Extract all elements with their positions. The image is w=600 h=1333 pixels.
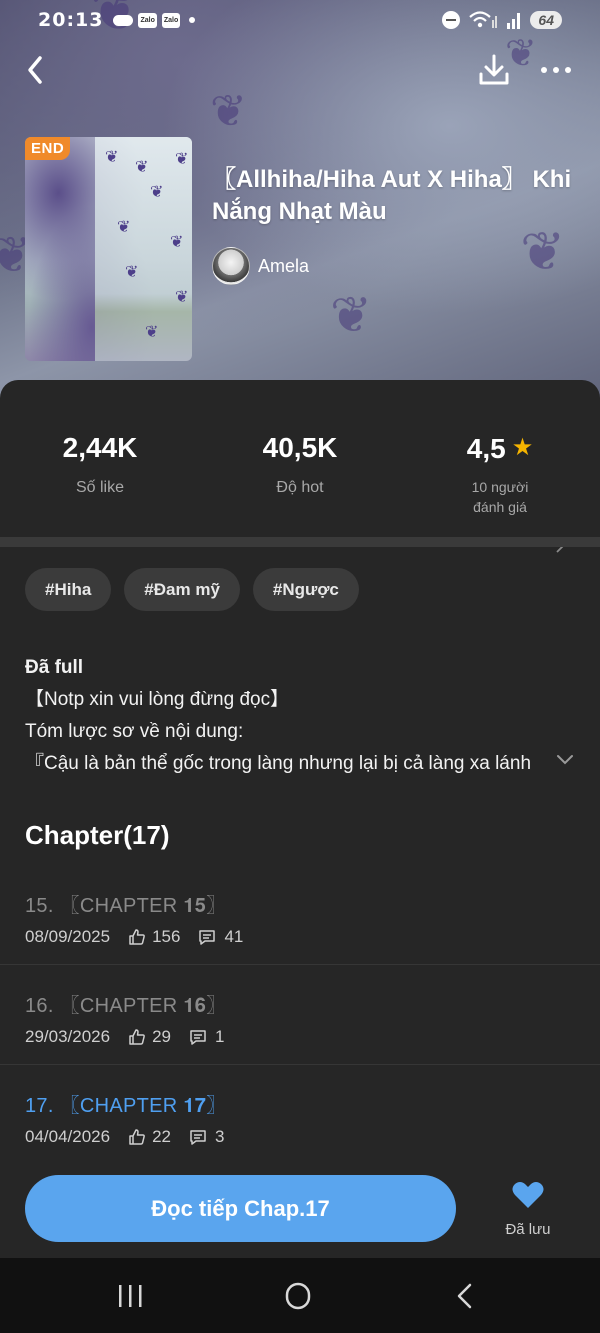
author[interactable]: Amela	[212, 247, 309, 285]
wifi-icon	[469, 11, 498, 28]
bottom-action-bar: Đọc tiếp Chap.17 Đã lưu	[0, 1158, 600, 1258]
stats-row: 2,44K Số like 40,5K Độ hot 4,5 ★ 10 người…	[0, 428, 600, 553]
heart-icon[interactable]	[511, 1180, 545, 1210]
chapter-date: 08/09/2025	[25, 927, 111, 946]
end-badge: END	[25, 137, 71, 160]
hero-header: ❦ ❦ ❦ ❦ ❦ ❦ 20:13 Zalo Zalo	[0, 0, 600, 420]
like-icon	[129, 1129, 145, 1145]
top-bar	[0, 48, 600, 92]
back-icon[interactable]	[20, 50, 60, 90]
chapter-likes: 156	[152, 927, 181, 946]
status-time: 20:13	[38, 9, 104, 31]
more-icon[interactable]	[534, 50, 578, 90]
like-icon	[129, 1029, 145, 1045]
hot-label: Độ hot	[276, 479, 324, 496]
rating-stat[interactable]: 4,5 ★ 10 người đánh giá	[400, 428, 600, 517]
book-cover: ❦ ❦ ❦ ❦ ❦ ❦ ❦ ❦ ❦	[25, 137, 192, 361]
chapter-comments: 1	[215, 1027, 225, 1046]
do-not-disturb-icon	[442, 11, 461, 29]
status-bar: 20:13 Zalo Zalo 64	[0, 0, 600, 40]
chapter-date: 04/04/2026	[25, 1127, 111, 1146]
chapter-name: 16. 〖CHAPTER 𝟏𝟔〗	[25, 995, 227, 1017]
like-icon	[129, 929, 145, 945]
chevron-down-icon[interactable]	[555, 752, 575, 766]
rating-count-label: đánh giá	[473, 499, 527, 515]
avatar[interactable]	[212, 247, 250, 285]
comment-icon	[190, 1130, 206, 1145]
chapter-row[interactable]: 17. 〖CHAPTER 𝟏𝟕〗 04/04/2026 22 3	[0, 1065, 600, 1165]
chapter-row[interactable]: 15. 〖CHAPTER 𝟏𝟓〗 08/09/2025 156 41	[0, 865, 600, 965]
description-line: 『Cậu là bản thể gốc trong làng nhưng lại…	[25, 753, 532, 774]
battery-icon: 64	[530, 11, 562, 29]
chapter-name: 15. 〖CHAPTER 𝟏𝟓〗	[25, 895, 227, 917]
recent-apps-icon[interactable]	[110, 1280, 150, 1312]
system-nav-bar	[0, 1258, 600, 1333]
notification-dot-icon	[189, 17, 196, 23]
chapter-row[interactable]: 16. 〖CHAPTER 𝟏𝟔〗 29/03/2026 29 1	[0, 965, 600, 1065]
rating-value: 4,5	[466, 433, 506, 464]
chapter-comments: 3	[215, 1127, 225, 1146]
star-icon: ★	[511, 434, 534, 461]
likes-value: 2,44K	[62, 432, 138, 463]
rating-count-label: 10 người	[471, 479, 529, 495]
download-icon[interactable]	[474, 50, 514, 90]
saved-label: Đã lưu	[505, 1221, 551, 1238]
home-icon[interactable]	[278, 1280, 318, 1312]
section-divider	[0, 537, 600, 547]
chapter-likes: 29	[152, 1027, 172, 1046]
chapter-comments: 41	[224, 927, 244, 946]
signal-icon	[507, 13, 521, 29]
tag-chip[interactable]: #Hiha	[25, 568, 112, 611]
description-line: 【Notp xin vui lòng đừng đọc】	[25, 689, 290, 710]
zalo-icon: Zalo	[161, 12, 181, 28]
comment-icon	[199, 930, 216, 945]
saved-button[interactable]: Đã lưu	[490, 1180, 566, 1238]
description-line: Tóm lược sơ về nội dung:	[25, 721, 244, 742]
cloud-icon	[113, 14, 134, 26]
tag-list: #Hiha #Đam mỹ #Ngược	[25, 568, 359, 611]
comment-icon	[190, 1030, 206, 1045]
chapter-date: 29/03/2026	[25, 1027, 111, 1046]
author-name[interactable]: Amela	[258, 256, 309, 277]
tag-chip[interactable]: #Đam mỹ	[124, 568, 240, 611]
butterfly-decoration: ❦	[520, 222, 566, 282]
description[interactable]: Đã full 【Notp xin vui lòng đừng đọc】 Tóm…	[25, 652, 585, 780]
zalo-icon: Zalo	[138, 12, 157, 28]
hot-stat: 40,5K Độ hot	[200, 428, 400, 498]
continue-reading-button[interactable]: Đọc tiếp Chap.17	[25, 1175, 456, 1242]
butterfly-decoration: ❦	[330, 287, 372, 343]
hot-value: 40,5K	[262, 432, 338, 463]
book-title: 〖Allhiha/Hiha Aut X Hiha〗 Khi Nắng Nhạt …	[212, 166, 572, 225]
butterfly-decoration: ❦	[210, 87, 247, 136]
description-line: Đã full	[25, 657, 84, 678]
chapter-likes: 22	[152, 1127, 172, 1146]
chapter-name: 17. 〖CHAPTER 𝟏𝟕〗	[25, 1095, 227, 1117]
likes-stat: 2,44K Số like	[0, 428, 200, 498]
tag-chip[interactable]: #Ngược	[252, 568, 359, 611]
chapters-heading: Chapter(17)	[25, 820, 170, 850]
likes-label: Số like	[75, 479, 125, 496]
back-nav-icon[interactable]	[446, 1280, 486, 1312]
